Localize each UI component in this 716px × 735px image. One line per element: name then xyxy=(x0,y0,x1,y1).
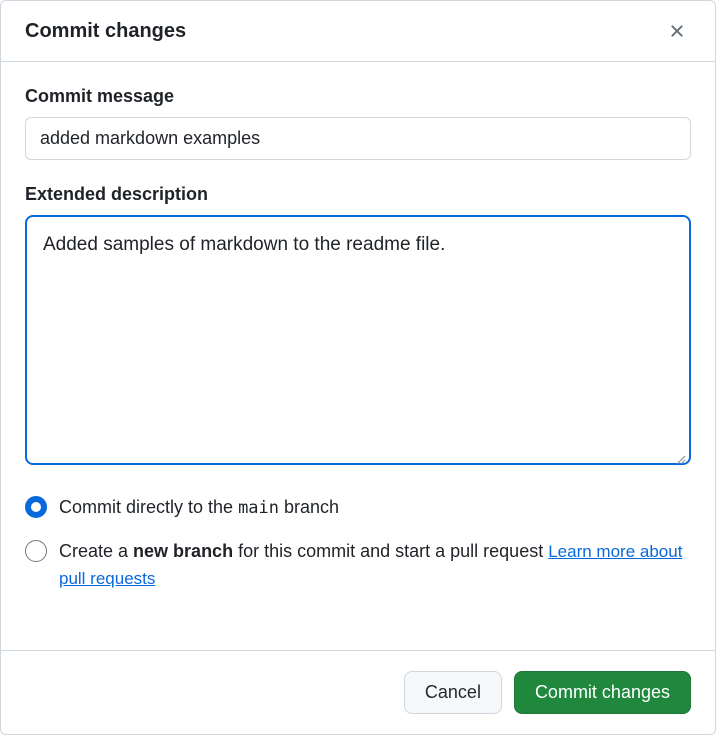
dialog-body: Commit message Extended description Comm… xyxy=(1,62,715,650)
radio-commit-direct-label: Commit directly to the main branch xyxy=(59,494,339,522)
close-button[interactable] xyxy=(663,17,691,45)
cancel-button[interactable]: Cancel xyxy=(404,671,502,714)
close-icon xyxy=(667,21,687,41)
extended-description-textarea[interactable] xyxy=(25,215,691,465)
radio-commit-direct[interactable]: Commit directly to the main branch xyxy=(25,494,691,522)
dialog-title: Commit changes xyxy=(25,20,186,43)
dialog-header: Commit changes xyxy=(1,1,715,62)
commit-changes-dialog: Commit changes Commit message Extended d… xyxy=(0,0,716,735)
commit-message-label: Commit message xyxy=(25,86,691,107)
commit-changes-button[interactable]: Commit changes xyxy=(514,671,691,714)
commit-message-field-group: Commit message xyxy=(25,86,691,160)
dialog-footer: Cancel Commit changes xyxy=(1,650,715,734)
radio-new-branch-indicator xyxy=(25,540,47,562)
extended-description-label: Extended description xyxy=(25,184,691,205)
commit-target-radio-group: Commit directly to the main branch Creat… xyxy=(25,494,691,592)
radio-commit-direct-indicator xyxy=(25,496,47,518)
commit-message-input[interactable] xyxy=(25,117,691,160)
radio-new-branch[interactable]: Create a new branch for this commit and … xyxy=(25,538,691,592)
extended-description-field-group: Extended description xyxy=(25,184,691,470)
branch-name: main xyxy=(238,498,279,518)
radio-new-branch-label: Create a new branch for this commit and … xyxy=(59,538,691,592)
